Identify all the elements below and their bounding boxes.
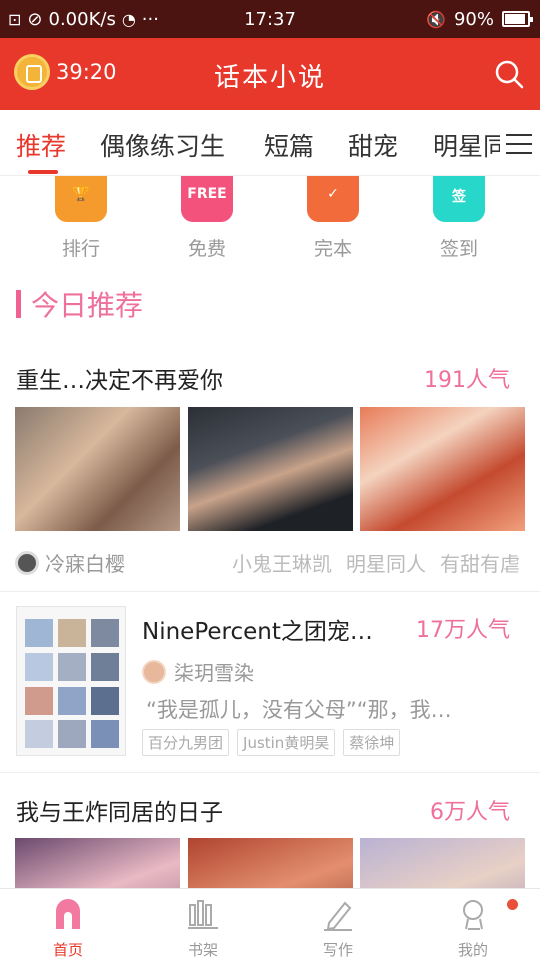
book-title[interactable]: 重生…决定不再爱你 [16, 361, 223, 395]
divider [0, 591, 540, 592]
quick-label: 签到 [439, 238, 478, 260]
book-tags: 小鬼王琳凯 明星同人 有甜有虐 [232, 548, 520, 577]
section-title: 今日推荐 [31, 289, 144, 322]
nav-bookshelf[interactable]: 书架 [163, 897, 243, 960]
trophy-icon: 🏆 [55, 176, 107, 222]
cover-cell [25, 619, 53, 647]
book-description[interactable]: “我是孤儿，没有父母”“那，我… [146, 694, 506, 724]
notification-badge [507, 899, 518, 910]
free-icon: FREE [181, 176, 233, 222]
book-image[interactable] [15, 838, 180, 888]
book-tag[interactable]: 明星同人 [346, 548, 426, 577]
quick-free[interactable]: FREE 免费 [167, 176, 247, 261]
author-avatar [15, 550, 39, 575]
book-tag[interactable]: 百分九男团 [142, 729, 230, 756]
section-bar [16, 290, 21, 318]
nav-label: 写作 [322, 941, 353, 959]
book-image[interactable] [360, 838, 525, 888]
author-name: 柒玥雪染 [174, 661, 254, 685]
book-image[interactable] [188, 407, 353, 531]
book-tag[interactable]: 蔡徐坤 [343, 729, 401, 756]
search-icon[interactable] [494, 59, 524, 89]
author-avatar [142, 659, 166, 684]
divider [0, 772, 540, 773]
quick-checkin[interactable]: 签 签到 [419, 176, 499, 261]
home-icon [56, 899, 80, 929]
section-heading: 今日推荐 [16, 284, 143, 324]
cover-cell [58, 652, 86, 681]
book-image[interactable] [360, 407, 525, 531]
book-images[interactable] [15, 407, 525, 531]
nav-write[interactable]: 写作 [298, 897, 378, 960]
bookshelf-icon [188, 900, 218, 929]
quick-label: 排行 [61, 238, 100, 260]
cover-cell [25, 652, 53, 681]
checkin-icon: 签 [433, 176, 485, 222]
book-meta: 冷寐白樱 小鬼王琳凯 明星同人 有甜有虐 [15, 548, 520, 578]
book-tag[interactable]: 有甜有虐 [440, 548, 520, 577]
cover-cell [91, 619, 119, 647]
tab-idol-trainee[interactable]: 偶像练习生 [100, 127, 225, 163]
nav-profile[interactable]: 我的 [433, 897, 513, 960]
bottom-nav: 首页 书架 写作 我的 [0, 888, 540, 960]
cover-grid [25, 619, 121, 749]
tab-celebrity[interactable]: 明星同 [433, 127, 508, 163]
book-popularity: 17万人气 [416, 618, 510, 643]
nav-home[interactable]: 首页 [28, 897, 108, 960]
tab-sweet[interactable]: 甜宠 [348, 127, 398, 163]
battery-icon [502, 11, 533, 27]
cover-cell [91, 720, 119, 749]
tab-recommend[interactable]: 推荐 [16, 127, 66, 163]
category-tabs: 推荐 偶像练习生 短篇 甜宠 明星同 [0, 110, 540, 176]
quick-complete[interactable]: ✓ 完本 [293, 176, 373, 261]
cover-cell [58, 720, 86, 749]
cover-cell [91, 686, 119, 715]
cover-cell [25, 720, 53, 749]
status-bar: ⊡ ⊘ 0.00K/s ◔ ··· 17:37 🔇 90% [0, 0, 540, 38]
book-tag[interactable]: 小鬼王琳凯 [232, 548, 332, 577]
author[interactable]: 柒玥雪染 [142, 657, 254, 686]
cover-cell [25, 686, 53, 715]
book-cover[interactable] [16, 606, 126, 756]
quick-rank[interactable]: 🏆 排行 [41, 176, 121, 261]
book-title[interactable]: 我与王炸同居的日子 [16, 793, 223, 827]
nav-label: 我的 [457, 941, 488, 959]
write-icon [324, 901, 352, 931]
tab-indicator [28, 170, 58, 174]
book-popularity: 6万人气 [430, 800, 510, 825]
book-tags: 百分九男团 Justin黄明昊 蔡徐坤 [142, 729, 401, 756]
app-title: 话本小说 [213, 63, 326, 93]
cover-cell [58, 686, 86, 715]
book-popularity: 191人气 [424, 368, 510, 393]
book-tag[interactable]: Justin黄明昊 [237, 729, 336, 756]
book-title[interactable]: NinePercent之团宠… [142, 612, 387, 646]
menu-icon[interactable] [506, 134, 532, 154]
quick-label: 免费 [187, 238, 226, 260]
quick-label: 完本 [313, 238, 352, 260]
tab-short[interactable]: 短篇 [264, 127, 314, 163]
status-right: 🔇 90% [426, 0, 533, 38]
profile-icon [463, 900, 483, 930]
battery-percent: 90% [453, 8, 494, 30]
mute-icon: 🔇 [426, 9, 446, 29]
book-images[interactable] [15, 838, 525, 888]
cover-cell [58, 619, 86, 647]
complete-icon: ✓ [307, 176, 359, 222]
nav-label: 首页 [52, 941, 83, 959]
book-image[interactable] [188, 838, 353, 888]
app-header: 39:20 话本小说 [0, 38, 540, 110]
nav-label: 书架 [187, 941, 218, 959]
author-name: 冷寐白樱 [45, 552, 125, 576]
battery-fill [505, 14, 525, 24]
quick-links: 🏆 排行 FREE 免费 ✓ 完本 签 签到 [0, 176, 540, 268]
book-image[interactable] [15, 407, 180, 531]
author[interactable]: 冷寐白樱 [15, 548, 125, 577]
cover-cell [91, 652, 119, 681]
